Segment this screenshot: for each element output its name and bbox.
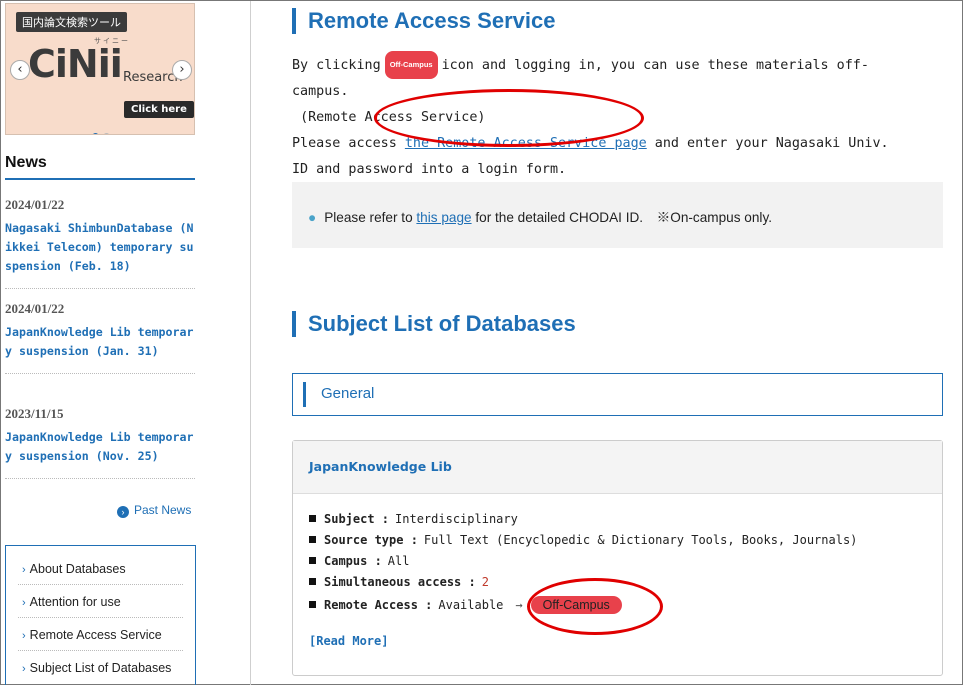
cinii-banner[interactable]: 国内論文検索ツール サイニー CiNii Research ‹ › Click … [5, 3, 195, 135]
news-item: 2024/01/22 JapanKnowledge Lib temporary … [5, 301, 195, 374]
side-nav-remote-access[interactable]: › Remote Access Service [18, 618, 183, 651]
field-key: Source type : [324, 533, 418, 547]
note-box: ● Please refer to this page for the detai… [292, 182, 943, 248]
read-more-link[interactable]: [Read More] [309, 634, 926, 648]
field-key: Remote Access : [324, 598, 433, 612]
cinii-logo: CiNii [28, 42, 123, 86]
sidebar: 国内論文検索ツール サイニー CiNii Research ‹ › Click … [1, 1, 251, 685]
field-value: Full Text (Encyclopedic & Dictionary Too… [423, 533, 858, 547]
side-nav-label: Attention for use [29, 595, 121, 609]
news-link[interactable]: JapanKnowledge Lib temporary suspension … [5, 323, 195, 361]
note-label: for the detailed CHODAI ID. ※On-campus o… [475, 210, 773, 225]
note-label: Please refer to [324, 210, 413, 225]
chevron-right-icon: › [22, 597, 26, 609]
side-nav-subject-list[interactable]: › Subject List of Databases [18, 651, 183, 683]
news-link[interactable]: Nagasaki ShimbunDatabase (Nikkei Telecom… [5, 219, 195, 276]
side-nav: › About Databases › Attention for use › Rem… [5, 545, 196, 685]
news-heading: News [5, 154, 195, 180]
square-bullet-icon [309, 557, 316, 564]
main-content: Remote Access Service By clicking Off-Cam… [252, 1, 963, 685]
category-label: General [321, 385, 375, 402]
news-item: 2024/01/22 Nagasaki ShimbunDatabase (Nik… [5, 197, 195, 289]
carousel-dots [92, 125, 114, 134]
field-key: Subject : [324, 512, 390, 526]
category-bar [303, 382, 306, 407]
square-bullet-icon [309, 601, 316, 608]
field-subject: Subject : Interdisciplinary [309, 512, 926, 533]
this-page-link[interactable]: this page [416, 210, 471, 225]
side-nav-label: About Databases [29, 562, 126, 576]
field-value: Available [438, 598, 504, 612]
highlight-ring-link [374, 89, 644, 147]
side-nav-label: Subject List of Databases [29, 661, 172, 675]
carousel-next-icon[interactable]: › [172, 60, 192, 80]
news-date: 2023/11/15 [5, 406, 64, 421]
field-value: All [387, 554, 410, 568]
past-news-label: Past News [134, 503, 192, 517]
field-value: 2 [481, 575, 489, 589]
square-bullet-icon [309, 536, 316, 543]
news-item: 2023/11/15 JapanKnowledge Lib temporary … [5, 406, 195, 479]
square-bullet-icon [309, 515, 316, 522]
field-campus: Campus : All [309, 554, 926, 575]
news-link[interactable]: JapanKnowledge Lib temporary suspension … [5, 428, 195, 466]
database-card-header: JapanKnowledge Lib [293, 441, 942, 494]
bullet-icon: ● [308, 210, 317, 225]
intro-text: By clicking [292, 58, 381, 73]
highlight-ring-off-campus [527, 578, 663, 635]
remote-access-heading: Remote Access Service [292, 8, 555, 34]
arrow-right-circle-icon: › [117, 506, 129, 518]
click-here-button[interactable]: Click here [124, 101, 194, 118]
news-date: 2024/01/22 [5, 301, 65, 316]
field-key: Simultaneous access : [324, 575, 476, 589]
off-campus-badge-small: Off-Campus [384, 51, 438, 79]
side-nav-label: Remote Access Service [29, 628, 162, 642]
chevron-right-icon: › [22, 564, 26, 576]
intro-text: Please access [292, 136, 397, 151]
note-text: ● Please refer to this page for the detai… [308, 206, 772, 226]
subject-list-heading: Subject List of Databases [292, 311, 576, 337]
past-news-link[interactable]: › Past News [117, 503, 191, 518]
carousel-dot-1[interactable] [92, 133, 99, 134]
news-date: 2024/01/22 [5, 197, 65, 212]
chevron-right-icon: › [22, 663, 26, 675]
carousel-prev-icon[interactable]: ‹ [10, 60, 30, 80]
field-value: Interdisciplinary [395, 512, 518, 526]
field-source-type: Source type : Full Text (Encyclopedic & D… [309, 533, 926, 554]
carousel-dot-2[interactable] [103, 133, 110, 134]
chevron-right-icon: › [22, 630, 26, 642]
side-nav-attention-for-use[interactable]: › Attention for use [18, 585, 183, 618]
banner-tag: 国内論文検索ツール [16, 12, 127, 32]
database-title-link[interactable]: JapanKnowledge Lib [309, 459, 926, 474]
database-card: JapanKnowledge Lib Subject : Interdiscipl… [292, 440, 943, 676]
arrow-right-icon: → [515, 598, 523, 612]
side-nav-about-databases[interactable]: › About Databases [18, 552, 183, 585]
square-bullet-icon [309, 578, 316, 585]
category-general[interactable]: General [292, 373, 943, 416]
field-key: Campus : [324, 554, 382, 568]
